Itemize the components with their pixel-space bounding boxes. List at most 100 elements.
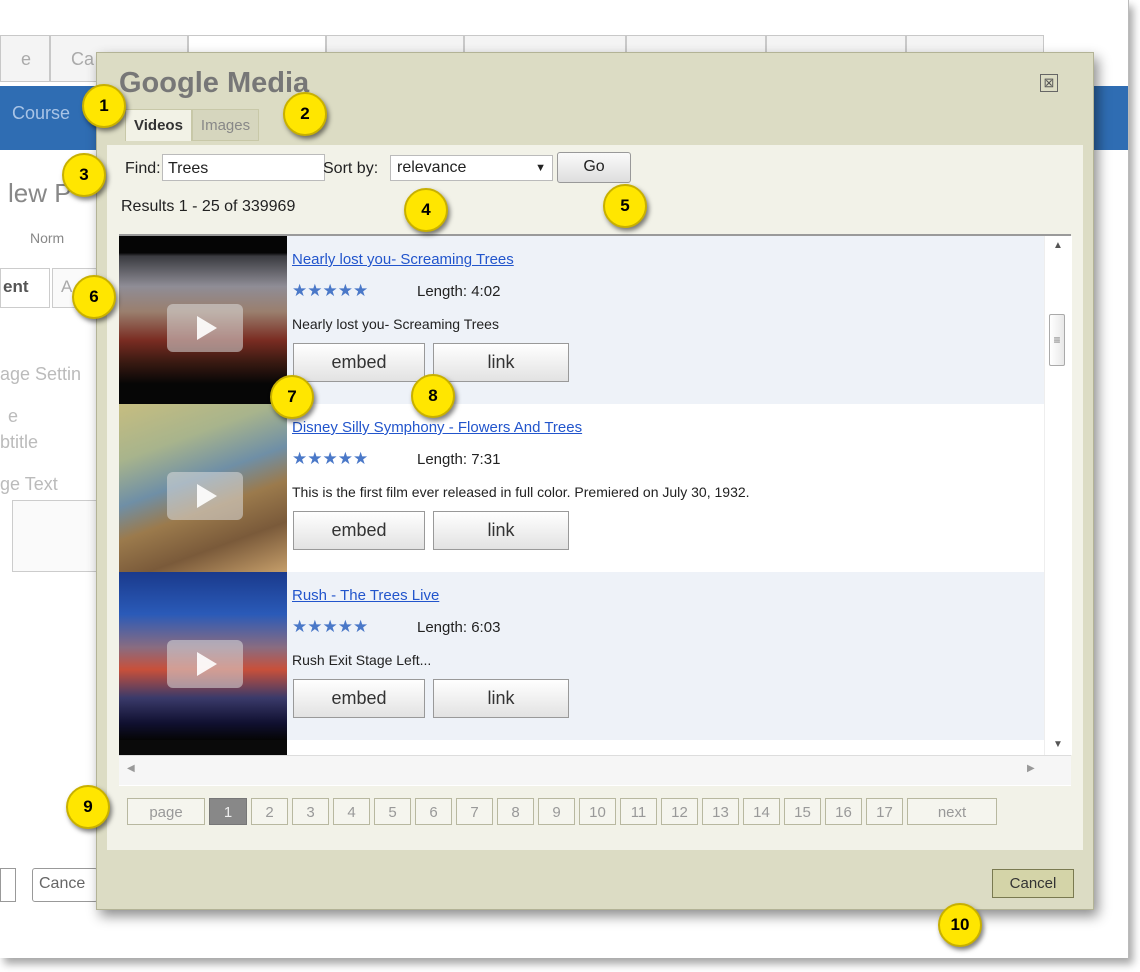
link-button[interactable]: link xyxy=(433,343,569,382)
chevron-down-icon: ▼ xyxy=(535,162,546,174)
scrollbar-thumb[interactable]: ≡ xyxy=(1049,314,1065,366)
video-length: Length: 7:31 xyxy=(417,451,501,468)
callout-badge: 4 xyxy=(404,188,448,232)
page-button[interactable]: 3 xyxy=(292,798,329,825)
sort-label: Sort by: xyxy=(323,160,379,177)
search-input[interactable]: Trees xyxy=(162,154,325,181)
page-button[interactable]: 10 xyxy=(579,798,616,825)
background-field-label: e xyxy=(8,406,19,426)
rating-stars-icon: ★★★★★ xyxy=(292,449,369,468)
dialog-footer: Cancel xyxy=(107,859,1083,899)
dialog-title: Google Media xyxy=(119,67,310,99)
page-button[interactable]: 15 xyxy=(784,798,821,825)
find-label: Find: xyxy=(125,160,161,177)
results-list-viewport: Nearly lost you- Screaming Trees ★★★★★ L… xyxy=(119,236,1044,755)
background-cancel-label: Cance xyxy=(39,875,86,892)
play-icon xyxy=(167,640,243,688)
video-title-link[interactable]: Disney Silly Symphony - Flowers And Tree… xyxy=(292,419,582,436)
page-button[interactable]: 17 xyxy=(866,798,903,825)
link-button[interactable]: link xyxy=(433,679,569,718)
video-description: Nearly lost you- Screaming Trees xyxy=(292,316,499,332)
background-toolbar xyxy=(12,500,98,572)
sort-value: relevance xyxy=(397,159,467,176)
play-icon xyxy=(167,472,243,520)
video-description: This is the first film ever released in … xyxy=(292,484,750,500)
results-count: Results 1 - 25 of 339969 xyxy=(121,198,296,215)
video-length: Length: 4:02 xyxy=(417,283,501,300)
callout-badge: 10 xyxy=(938,903,982,947)
callout-badge: 2 xyxy=(283,92,327,136)
go-button[interactable]: Go xyxy=(557,152,631,183)
background-field-label: age Settin xyxy=(0,364,82,384)
list-item: Rush - The Trees Live ★★★★★ Length: 6:03… xyxy=(119,572,1044,740)
horizontal-scrollbar[interactable]: ◀ ▶ xyxy=(119,755,1071,785)
dialog-content: Find: Trees Sort by: relevance ▼ Go Resu… xyxy=(107,145,1083,850)
page-button[interactable]: 14 xyxy=(743,798,780,825)
background-tab-label: A xyxy=(61,277,73,296)
embed-button[interactable]: embed xyxy=(293,511,425,550)
background-tab-label: ent xyxy=(3,277,29,296)
page-label: page xyxy=(127,798,205,825)
results-list: Nearly lost you- Screaming Trees ★★★★★ L… xyxy=(119,234,1072,786)
rating-stars-icon: ★★★★★ xyxy=(292,281,369,300)
page-button[interactable]: 2 xyxy=(251,798,288,825)
callout-badge: 8 xyxy=(411,374,455,418)
tab-images[interactable]: Images xyxy=(191,109,260,141)
cancel-button[interactable]: Cancel xyxy=(992,869,1074,898)
embed-button[interactable]: embed xyxy=(293,679,425,718)
callout-badge: 3 xyxy=(62,153,106,197)
google-media-dialog: Google Media ⊠ Videos Images Find: Trees… xyxy=(96,52,1094,910)
background-field-label: ge Text xyxy=(0,474,58,494)
page-button-current[interactable]: 1 xyxy=(209,798,247,825)
video-description: Rush Exit Stage Left... xyxy=(292,652,432,668)
embed-button[interactable]: embed xyxy=(293,343,425,382)
video-thumbnail xyxy=(119,740,287,755)
scroll-right-icon[interactable]: ▶ xyxy=(1027,763,1035,774)
background-tab: e xyxy=(0,35,50,82)
background-radio-label: Norm xyxy=(30,230,65,246)
callout-badge: 6 xyxy=(72,275,116,319)
rating-stars-icon: ★★★★★ xyxy=(292,617,369,636)
link-button[interactable]: link xyxy=(433,511,569,550)
background-cancel-button: Cance xyxy=(32,868,98,902)
tab-videos[interactable]: Videos xyxy=(125,109,192,141)
vertical-scrollbar[interactable]: ▲ ≡ ▼ xyxy=(1044,236,1072,755)
page-button[interactable]: 9 xyxy=(538,798,575,825)
background-tab-content: ent xyxy=(0,268,50,308)
background-field-label: btitle xyxy=(0,432,39,452)
video-thumbnail[interactable] xyxy=(119,236,287,404)
next-page-button[interactable]: next xyxy=(907,798,997,825)
callout-badge: 9 xyxy=(66,785,110,829)
video-title-link[interactable]: Nearly lost you- Screaming Trees xyxy=(292,251,514,268)
scroll-left-icon[interactable]: ◀ xyxy=(127,763,135,774)
video-thumbnail[interactable] xyxy=(119,404,287,572)
page-button[interactable]: 12 xyxy=(661,798,698,825)
page-button[interactable]: 7 xyxy=(456,798,493,825)
background-nav-text: Course xyxy=(12,103,71,123)
video-thumbnail[interactable] xyxy=(119,572,287,740)
list-item xyxy=(119,740,1044,755)
background-button xyxy=(0,868,16,902)
page-button[interactable]: 11 xyxy=(620,798,657,825)
close-icon[interactable]: ⊠ xyxy=(1040,74,1058,92)
page-button[interactable]: 13 xyxy=(702,798,739,825)
video-title-link[interactable]: Rush - The Trees Live xyxy=(292,587,439,604)
page-button[interactable]: 16 xyxy=(825,798,862,825)
callout-badge: 1 xyxy=(82,84,126,128)
media-tabs: Videos Images xyxy=(125,109,260,141)
callout-badge: 7 xyxy=(270,375,314,419)
play-icon xyxy=(167,304,243,352)
page-button[interactable]: 8 xyxy=(497,798,534,825)
scroll-down-icon[interactable]: ▼ xyxy=(1053,739,1063,750)
video-length: Length: 6:03 xyxy=(417,619,501,636)
list-item: Nearly lost you- Screaming Trees ★★★★★ L… xyxy=(119,236,1044,404)
list-item: Disney Silly Symphony - Flowers And Tree… xyxy=(119,404,1044,572)
sort-select[interactable]: relevance ▼ xyxy=(390,155,553,181)
page-button[interactable]: 4 xyxy=(333,798,370,825)
pagination: page 1 2 3 4 5 6 7 8 9 10 11 12 13 14 15… xyxy=(127,798,1001,825)
page-button[interactable]: 5 xyxy=(374,798,411,825)
callout-badge: 5 xyxy=(603,184,647,228)
background-heading: lew P xyxy=(8,178,72,208)
page-button[interactable]: 6 xyxy=(415,798,452,825)
scroll-up-icon[interactable]: ▲ xyxy=(1053,240,1063,251)
